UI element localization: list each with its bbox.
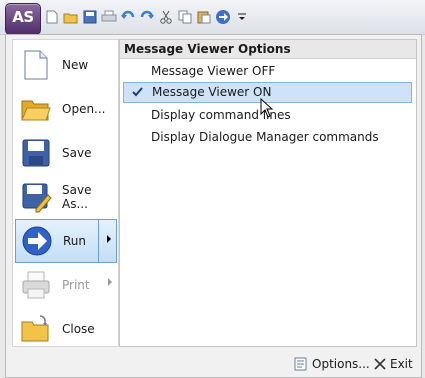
submenu-item-label: Display Dialogue Manager commands	[151, 130, 379, 144]
copy-icon[interactable]	[177, 9, 193, 25]
exit-button[interactable]: Exit	[374, 354, 413, 374]
save-as-icon	[22, 183, 52, 213]
menu-item-close[interactable]: Close	[13, 307, 118, 351]
submenu-title: Message Viewer Options	[120, 40, 416, 59]
mouse-cursor-icon	[260, 98, 273, 118]
menu-item-label: Close	[62, 322, 95, 336]
menu-item-save-as[interactable]: Save As...	[13, 175, 118, 219]
redo-icon[interactable]	[139, 9, 155, 25]
print-icon[interactable]	[101, 9, 117, 25]
submenu-item-label: Message Viewer ON	[152, 85, 272, 99]
quick-access-toolbar: AS	[0, 0, 425, 35]
exit-label: Exit	[390, 357, 413, 371]
options-label: Options...	[312, 357, 370, 371]
printer-icon	[22, 271, 50, 299]
undo-icon[interactable]	[120, 9, 136, 25]
save-icon[interactable]	[82, 9, 98, 25]
submenu-item-viewer-off[interactable]: Message Viewer OFF	[123, 61, 412, 82]
menu-item-label: New	[62, 58, 89, 72]
submenu-arrow-icon	[108, 278, 112, 286]
menu-item-label: Print	[62, 278, 90, 292]
paste-icon[interactable]	[196, 9, 212, 25]
menu-item-run[interactable]: Run	[15, 219, 117, 263]
split-divider	[98, 220, 99, 262]
options-icon	[294, 357, 307, 371]
open-folder-icon	[21, 100, 51, 121]
options-button[interactable]: Options...	[294, 354, 370, 374]
submenu-arrow-icon[interactable]	[107, 235, 111, 243]
exit-x-icon	[374, 358, 386, 370]
menu-item-open[interactable]: Open...	[13, 87, 118, 131]
checkmark-icon	[132, 87, 143, 97]
menu-command-list: New Open... Save Save As... Run Print Cl…	[12, 39, 119, 347]
submenu-item-label: Message Viewer OFF	[151, 64, 276, 78]
run-arrow-icon	[22, 226, 52, 256]
submenu-item-dialogue-manager[interactable]: Display Dialogue Manager commands	[123, 127, 412, 148]
run-icon[interactable]	[215, 9, 231, 25]
close-folder-icon	[21, 315, 49, 342]
menu-item-print: Print	[13, 263, 118, 307]
application-button[interactable]: AS	[5, 3, 41, 35]
new-doc-icon[interactable]	[44, 9, 60, 25]
new-doc-icon	[24, 50, 48, 80]
message-viewer-submenu: Message Viewer Options Message Viewer OF…	[119, 39, 417, 347]
menu-item-save[interactable]: Save	[13, 131, 118, 175]
open-folder-icon[interactable]	[63, 9, 79, 25]
menu-item-new[interactable]: New	[13, 43, 118, 87]
save-disk-icon	[22, 139, 50, 167]
cut-icon[interactable]	[158, 9, 174, 25]
application-menu: New Open... Save Save As... Run Print Cl…	[5, 34, 422, 378]
app-logo-text: AS	[12, 8, 34, 26]
menu-item-label: Save As...	[62, 183, 92, 211]
menu-item-label: Run	[63, 234, 87, 248]
menu-item-label: Open...	[62, 102, 106, 116]
menu-item-label: Save	[62, 146, 92, 160]
customize-dropdown-icon[interactable]	[234, 9, 250, 25]
